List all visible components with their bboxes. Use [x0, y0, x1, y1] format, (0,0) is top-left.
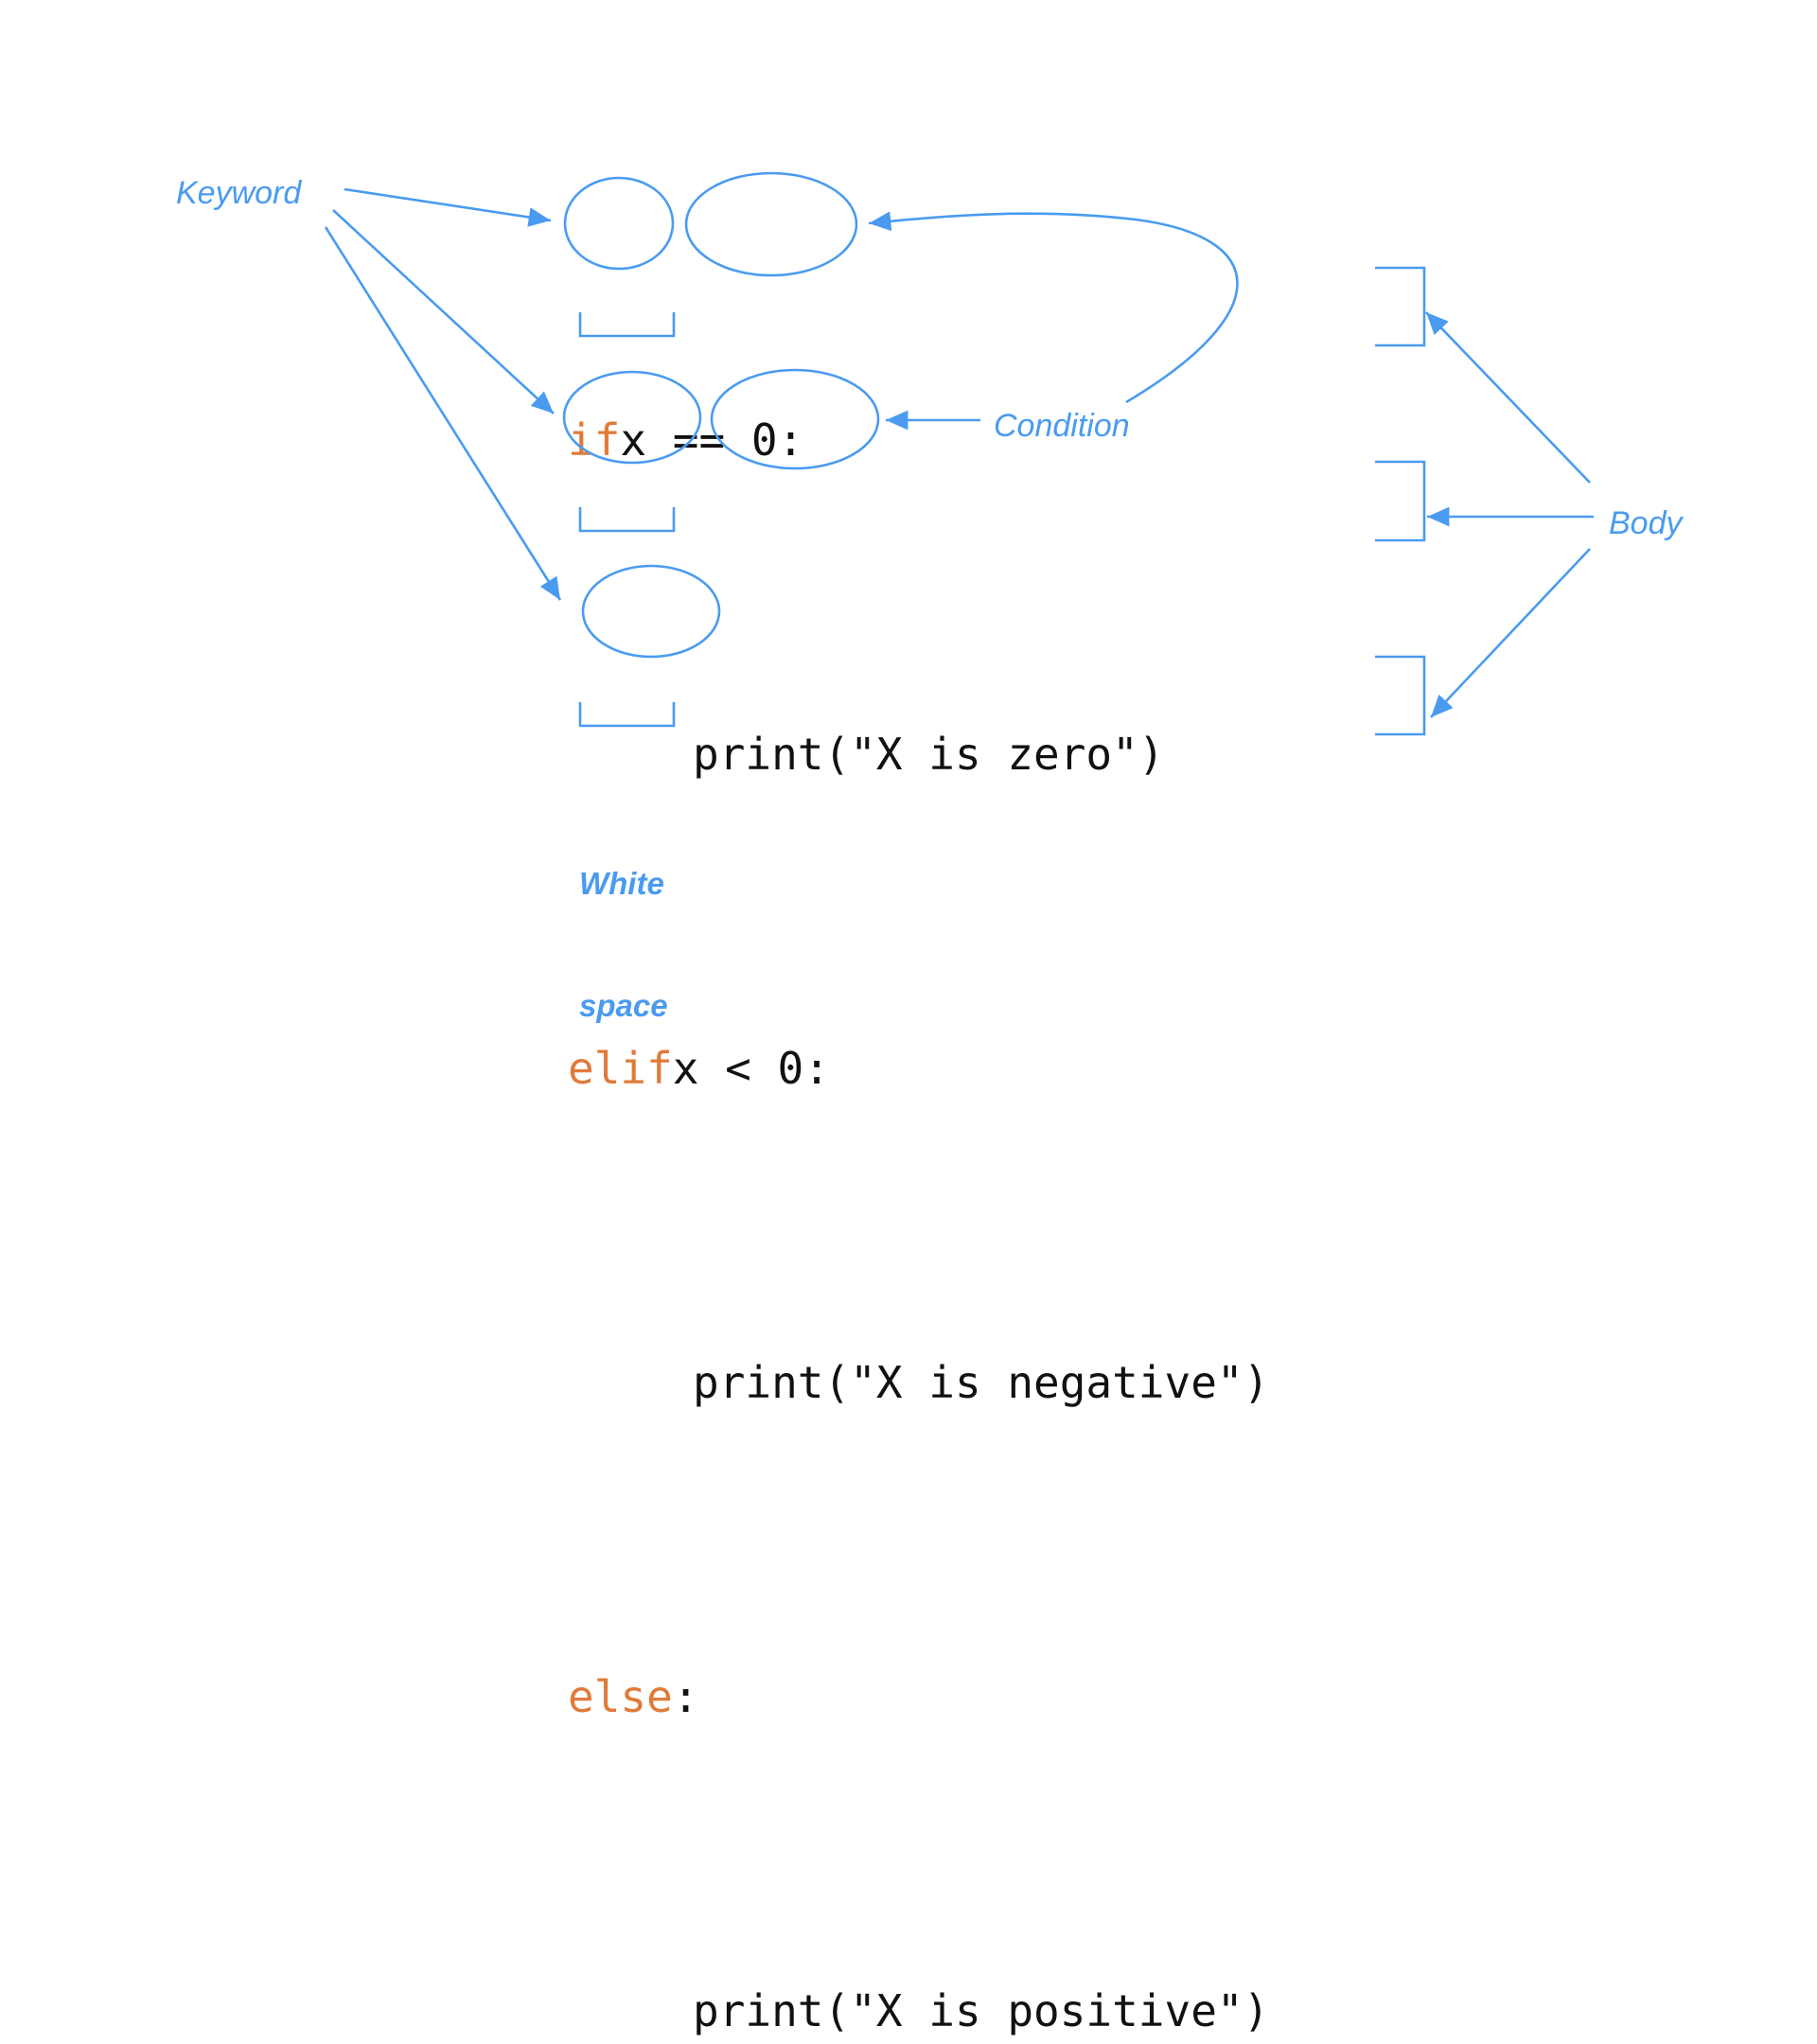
keyword-else: else: [568, 1671, 673, 1722]
keyword-if: if: [568, 414, 621, 466]
code-line-print-zero: print("X is zero"): [568, 715, 1269, 794]
label-whitespace-line1: White: [579, 866, 664, 901]
label-condition: Condition: [994, 408, 1130, 444]
label-keyword: Keyword: [176, 175, 302, 211]
code-line-print-positive: print("X is positive"): [568, 1972, 1269, 2044]
label-whitespace: White space: [579, 782, 668, 1107]
label-whitespace-line2: space: [579, 988, 668, 1023]
body-bracket-2: [1375, 460, 1426, 542]
diagram-canvas: if x == 0: print("X is zero") elif x < 0: …: [0, 0, 1817, 2036]
colon-if: :: [777, 414, 804, 466]
leader-keyword-to-elif: [332, 209, 555, 414]
statement-print-positive: print("X is positive"): [693, 1985, 1270, 2036]
body-bracket-1: [1375, 266, 1426, 347]
leader-keyword-to-else: [324, 226, 562, 601]
code-line-else: else:: [568, 1658, 1269, 1736]
code-line-print-negative: print("X is negative"): [568, 1344, 1269, 1422]
statement-print-negative: print("X is negative"): [693, 1357, 1270, 1408]
colon-else: :: [672, 1671, 699, 1722]
leader-body-to-bracket-1: [1425, 311, 1591, 484]
code-block: if x == 0: print("X is zero") elif x < 0: …: [568, 166, 1269, 2044]
statement-print-zero: print("X is zero"): [693, 729, 1165, 780]
condition-elif: x < 0:: [672, 1043, 830, 1094]
code-line-if: if x == 0:: [568, 401, 1269, 480]
condition-if: x == 0: [620, 414, 778, 466]
body-bracket-3: [1375, 655, 1426, 736]
code-line-elif: elif x < 0:: [568, 1030, 1269, 1108]
leader-keyword-to-if: [344, 187, 552, 227]
label-body: Body: [1609, 505, 1683, 541]
leader-body-to-bracket-3: [1430, 548, 1591, 718]
